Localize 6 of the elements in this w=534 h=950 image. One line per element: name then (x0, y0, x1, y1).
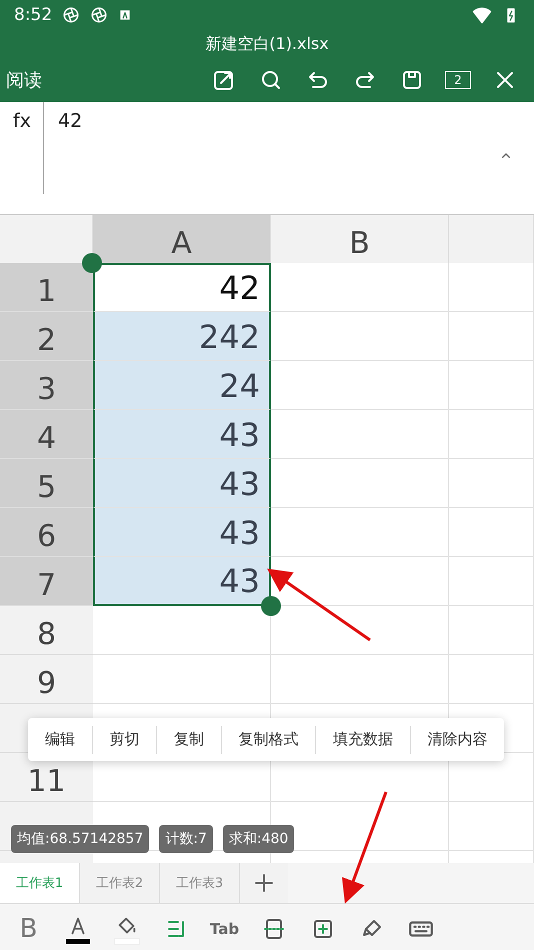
stat-tooltip: 计数:7 (159, 825, 213, 853)
formula-label: fx (13, 110, 31, 132)
clock: 8:52 (14, 5, 52, 25)
stat-tooltip: 均值:68.57142857 (11, 825, 150, 853)
file-title: 新建空白(1).xlsx (205, 34, 329, 54)
stat-tooltip: 求和:480 (222, 825, 294, 853)
